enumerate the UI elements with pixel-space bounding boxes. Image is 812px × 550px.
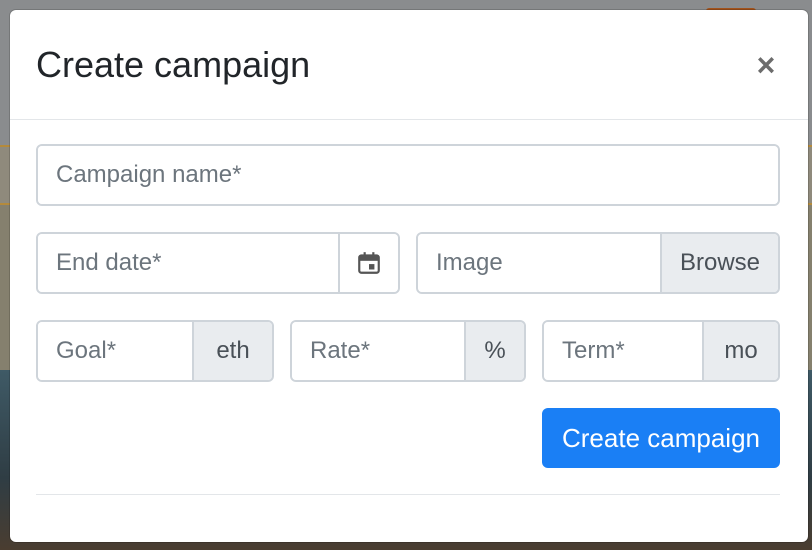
end-date-input[interactable]	[38, 234, 338, 292]
rate-unit: %	[464, 322, 524, 380]
campaign-name-input[interactable]	[38, 146, 778, 204]
campaign-name-group	[36, 144, 780, 206]
browse-button[interactable]: Browse	[659, 234, 778, 292]
rate-group: %	[290, 320, 526, 382]
financial-row: eth % mo	[36, 320, 780, 382]
close-button[interactable]: ×	[752, 46, 780, 83]
modal-body: Browse eth % mo Create campaign	[10, 120, 808, 495]
date-picker-button[interactable]	[338, 234, 398, 292]
term-unit: mo	[702, 322, 778, 380]
date-image-row: Browse	[36, 232, 780, 294]
end-date-group	[36, 232, 400, 294]
create-campaign-modal: Create campaign × Campaign name* End dat…	[10, 10, 808, 542]
modal-divider	[36, 494, 780, 495]
create-campaign-button[interactable]: Create campaign	[542, 408, 780, 468]
campaign-name-row	[36, 144, 780, 206]
image-group: Browse	[416, 232, 780, 294]
goal-group: eth	[36, 320, 274, 382]
rate-input[interactable]	[292, 322, 464, 380]
goal-input[interactable]	[38, 322, 192, 380]
modal-header: Create campaign ×	[10, 10, 808, 120]
goal-unit: eth	[192, 322, 272, 380]
form-actions: Create campaign	[36, 408, 780, 468]
modal-title: Create campaign	[36, 43, 311, 85]
term-input[interactable]	[544, 322, 702, 380]
close-icon: ×	[756, 46, 776, 83]
calendar-icon	[358, 252, 380, 274]
image-input[interactable]	[418, 234, 660, 292]
term-group: mo	[542, 320, 780, 382]
